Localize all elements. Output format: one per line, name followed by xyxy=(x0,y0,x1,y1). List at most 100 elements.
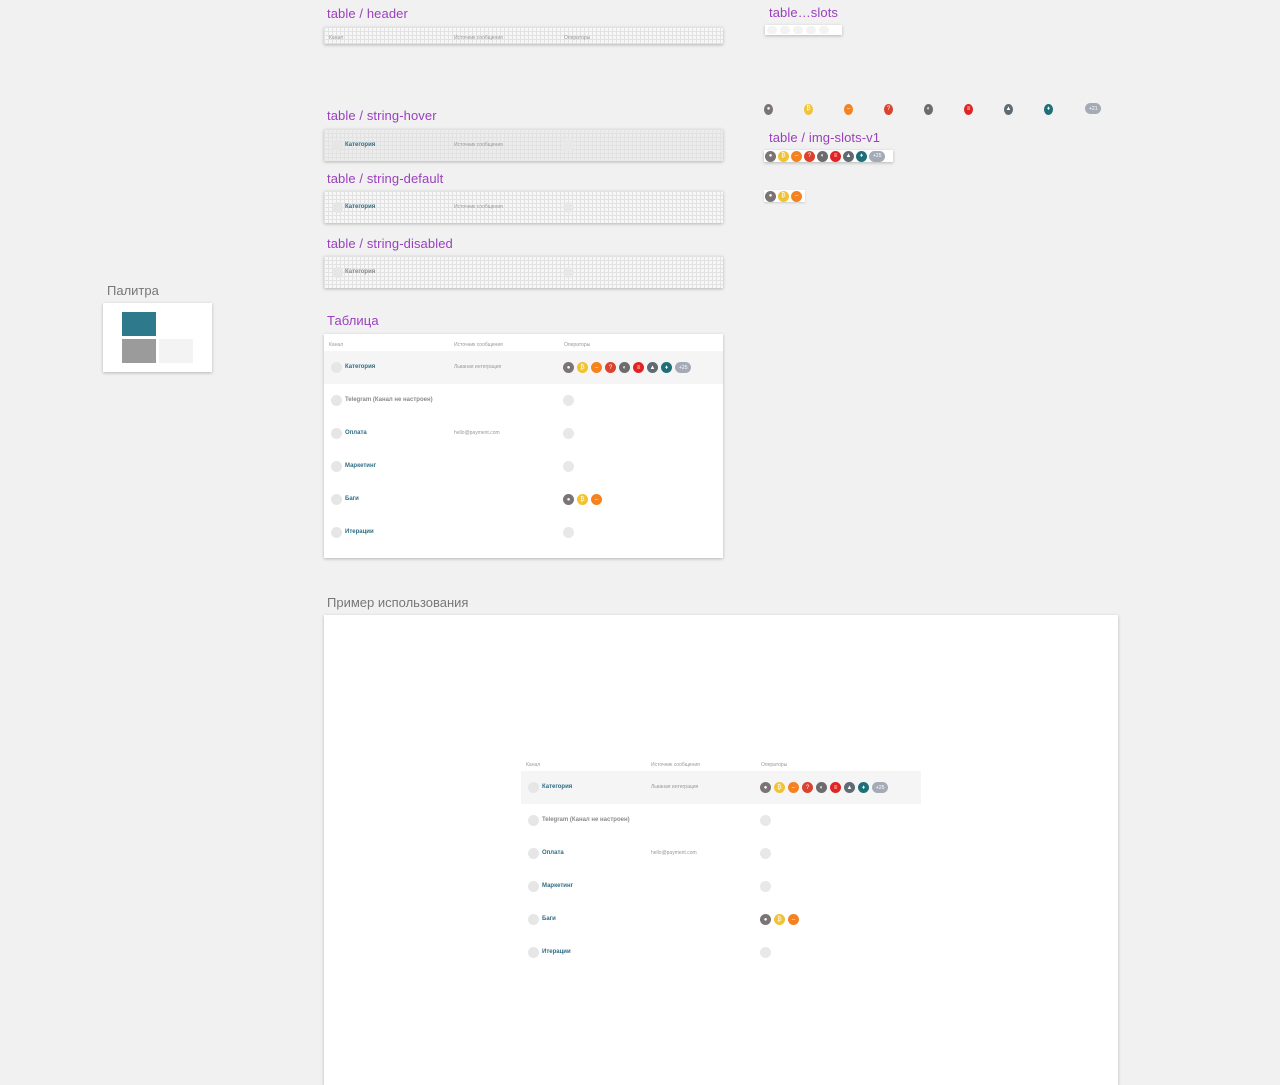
more-operators-badge[interactable]: +25 xyxy=(872,782,889,793)
car-avatar-icon[interactable]: ▲ xyxy=(844,782,855,793)
column-header-operators: Операторы xyxy=(564,35,591,41)
more-operators-badge[interactable]: +25 xyxy=(869,150,886,162)
teal-avatar-icon[interactable]: ♦ xyxy=(856,150,867,162)
teal-avatar-icon[interactable]: ♦ xyxy=(858,782,869,793)
stripes-avatar-icon[interactable]: ≡ xyxy=(964,103,973,115)
table-string-hover-component[interactable]: Категория Источник сообщения xyxy=(324,129,723,161)
bitcoin-avatar-icon[interactable]: ₿ xyxy=(778,190,789,202)
operator-placeholder-icon xyxy=(563,202,574,213)
red-avatar-icon[interactable]: ? xyxy=(605,362,616,373)
bitcoin-avatar-icon[interactable]: ₿ xyxy=(577,494,588,505)
table-row[interactable]: Telegram (Канал не настроен) xyxy=(324,384,723,417)
raccoon-avatar-icon[interactable]: ● xyxy=(765,190,776,202)
category-label: Категория xyxy=(542,784,573,790)
usage-title: Пример использования xyxy=(327,595,469,610)
palette-swatch-gray xyxy=(122,339,156,363)
category-label: Оплата xyxy=(345,430,367,436)
bw-avatar-icon[interactable]: ◐ xyxy=(924,103,933,115)
car-avatar-icon[interactable]: ▲ xyxy=(843,150,854,162)
red-avatar-icon[interactable]: ? xyxy=(884,103,893,115)
table-row[interactable]: Маркетинг xyxy=(324,450,723,483)
operator-placeholder-icon xyxy=(760,881,771,892)
orange-avatar-icon[interactable]: – xyxy=(791,150,802,162)
table-row[interactable]: Итерации xyxy=(324,516,723,549)
car-avatar-icon[interactable]: ▲ xyxy=(647,362,658,373)
more-operators-badge[interactable]: +21 xyxy=(1085,103,1102,114)
bitcoin-avatar-icon[interactable]: ₿ xyxy=(577,362,588,373)
slots-component[interactable] xyxy=(765,25,842,35)
channel-icon xyxy=(528,815,539,826)
table-row[interactable]: Итерации xyxy=(521,936,921,969)
frame-title-table: Таблица xyxy=(327,313,379,328)
category-label: Итерации xyxy=(542,949,571,955)
img-slots-three-component[interactable]: ● ₿ – xyxy=(764,190,805,202)
table-row[interactable]: Баги ● ₿ – xyxy=(521,903,921,936)
orange-avatar-icon[interactable]: – xyxy=(844,103,853,115)
teal-avatar-icon[interactable]: ♦ xyxy=(1044,103,1053,115)
category-label: Telegram (Канал не настроен) xyxy=(345,397,433,403)
column-header-channel: Канал xyxy=(526,762,541,768)
table-row[interactable]: Баги ● ₿ – xyxy=(324,483,723,516)
orange-avatar-icon[interactable]: – xyxy=(788,914,799,925)
bw-avatar-icon[interactable]: ◐ xyxy=(816,782,827,793)
channel-icon xyxy=(528,947,539,958)
more-operators-badge[interactable]: +25 xyxy=(675,362,692,373)
bitcoin-avatar-icon[interactable]: ₿ xyxy=(804,103,813,115)
car-avatar-icon[interactable]: ▲ xyxy=(1004,103,1013,115)
frame-title-string-disabled: table / string-disabled xyxy=(327,236,453,251)
source-label: Источник сообщения xyxy=(454,204,503,210)
stripes-avatar-icon[interactable]: ≡ xyxy=(830,782,841,793)
usage-example-frame: Канал Источник сообщения Операторы Категори… xyxy=(324,615,1118,1085)
slot-placeholder-icon xyxy=(793,26,803,34)
slot-placeholder-icon xyxy=(806,26,816,34)
operator-placeholder-icon xyxy=(563,527,574,538)
operator-placeholder-icon xyxy=(760,815,771,826)
slot-placeholder-icon xyxy=(819,26,829,34)
table-row[interactable]: Оплата hello@payment.com xyxy=(324,417,723,450)
table-row[interactable]: Категория Льваная интеграция ● ₿ –? ◐ ≡ ▲ ♦ +25 xyxy=(521,771,921,804)
orange-avatar-icon[interactable]: – xyxy=(591,362,602,373)
avatar-slot: ? xyxy=(884,103,896,115)
orange-avatar-icon[interactable]: – xyxy=(591,494,602,505)
table-string-disabled-component[interactable]: Категория xyxy=(324,256,723,288)
category-label: Категория xyxy=(345,269,376,275)
bitcoin-avatar-icon[interactable]: ₿ xyxy=(778,150,789,162)
bitcoin-avatar-icon[interactable]: ₿ xyxy=(774,914,785,925)
table-row[interactable]: Оплата hello@payment.com xyxy=(521,837,921,870)
frame-title-header: table / header xyxy=(327,6,408,21)
frame-title-string-hover: table / string-hover xyxy=(327,108,437,123)
operators-avatars: ● ₿ – xyxy=(563,494,605,505)
bitcoin-avatar-icon[interactable]: ₿ xyxy=(774,782,785,793)
stripes-avatar-icon[interactable]: ≡ xyxy=(830,150,841,162)
stripes-avatar-icon[interactable]: ≡ xyxy=(633,362,644,373)
category-label: Категория xyxy=(345,204,376,210)
raccoon-avatar-icon[interactable]: ● xyxy=(760,782,771,793)
operator-placeholder-icon xyxy=(563,461,574,472)
category-label: Маркетинг xyxy=(542,883,574,889)
raccoon-avatar-icon[interactable]: ● xyxy=(765,150,776,162)
teal-avatar-icon[interactable]: ♦ xyxy=(661,362,672,373)
channel-icon xyxy=(528,848,539,859)
raccoon-avatar-icon[interactable]: ● xyxy=(764,103,773,115)
palette-swatch-teal xyxy=(122,312,156,336)
palette-title: Палитра xyxy=(107,283,159,298)
red-avatar-icon[interactable]: ? xyxy=(804,150,815,162)
raccoon-avatar-icon[interactable]: ● xyxy=(563,362,574,373)
channel-icon xyxy=(331,428,342,439)
slot-placeholder-icon xyxy=(780,26,790,34)
source-label: hello@payment.com xyxy=(651,850,697,856)
bw-avatar-icon[interactable]: ◐ xyxy=(619,362,630,373)
orange-avatar-icon[interactable]: – xyxy=(791,190,802,202)
table-header-component[interactable]: Канал Источник сообщения Операторы xyxy=(324,27,723,44)
table-string-default-component[interactable]: Категория Источник сообщения xyxy=(324,191,723,223)
orange-avatar-icon[interactable]: – xyxy=(788,782,799,793)
table-row[interactable]: Telegram (Канал не настроен) xyxy=(521,804,921,837)
img-slots-v1-component[interactable]: ● ₿ –? ◐ ≡ ▲ ♦ +25 xyxy=(764,150,894,162)
bw-avatar-icon[interactable]: ◐ xyxy=(817,150,828,162)
raccoon-avatar-icon[interactable]: ● xyxy=(760,914,771,925)
table-row[interactable]: Категория Льваная интеграция ● ₿ –? ◐ ≡ ▲ ♦ +25 xyxy=(324,351,723,384)
table-row[interactable]: Маркетинг xyxy=(521,870,921,903)
raccoon-avatar-icon[interactable]: ● xyxy=(563,494,574,505)
red-avatar-icon[interactable]: ? xyxy=(802,782,813,793)
operator-placeholder-icon xyxy=(760,848,771,859)
